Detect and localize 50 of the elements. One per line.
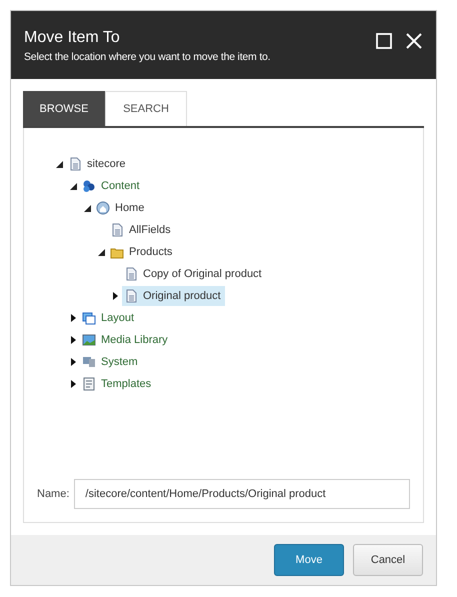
image-icon	[82, 333, 96, 347]
template-icon	[82, 377, 96, 391]
tree-item[interactable]: Products	[108, 242, 176, 262]
tree-item-label: Products	[129, 246, 172, 258]
tree-item[interactable]: Home	[94, 198, 148, 218]
tree-item-label: Media Library	[101, 334, 168, 346]
tree-item-label: Home	[115, 202, 144, 214]
tree-item[interactable]: Media Library	[80, 330, 172, 350]
name-label: Name:	[37, 488, 70, 500]
tree-item-label: System	[101, 356, 138, 368]
cancel-button[interactable]: Cancel	[353, 544, 423, 576]
expanded-arrow-icon[interactable]	[56, 160, 63, 168]
collapsed-arrow-icon[interactable]	[71, 358, 76, 366]
document-icon	[124, 289, 138, 303]
tree-item-label: Original product	[143, 290, 221, 302]
dialog-subtitle: Select the location where you want to move the item to.	[24, 51, 272, 63]
tree-item[interactable]: sitecore	[66, 154, 130, 174]
tree-item-label: Templates	[101, 378, 152, 390]
dialog-title: Move Item To	[24, 29, 121, 47]
document-icon	[124, 267, 138, 281]
globe-icon	[96, 201, 110, 215]
collapsed-arrow-icon[interactable]	[71, 314, 76, 322]
tab[interactable]: SEARCH	[105, 91, 187, 126]
tree-item[interactable]: Original product	[122, 286, 225, 306]
tree-item[interactable]: Content	[80, 176, 144, 196]
document-icon	[110, 223, 124, 237]
move-button[interactable]: Move	[274, 544, 344, 576]
tree-item[interactable]: System	[80, 352, 142, 372]
tree-item[interactable]: Layout	[80, 308, 138, 328]
windows-icon	[82, 311, 96, 325]
expanded-arrow-icon[interactable]	[84, 204, 91, 212]
collapsed-arrow-icon[interactable]	[71, 380, 76, 388]
document-icon	[68, 157, 82, 171]
tree-item-label: AllFields	[129, 224, 171, 236]
tree-item[interactable]: AllFields	[108, 220, 175, 240]
close-icon[interactable]	[406, 33, 422, 49]
name-field[interactable]: /sitecore/content/Home/Products/Original product	[74, 479, 410, 509]
tab[interactable]: BROWSE	[23, 91, 105, 126]
collapsed-arrow-icon[interactable]	[71, 336, 76, 344]
tree-item-label: sitecore	[87, 158, 126, 170]
expanded-arrow-icon[interactable]	[98, 248, 105, 256]
tree-item[interactable]: Templates	[80, 374, 156, 394]
tree-item-label: Content	[101, 180, 140, 192]
collapsed-arrow-icon[interactable]	[113, 292, 118, 300]
maximize-icon[interactable]	[376, 33, 392, 49]
expanded-arrow-icon[interactable]	[70, 182, 77, 190]
cubes-icon	[82, 179, 96, 193]
tree-item-label: Copy of Original product	[143, 268, 262, 280]
tree-item-label: Layout	[101, 312, 134, 324]
tree-item[interactable]: Copy of Original product	[122, 264, 266, 284]
